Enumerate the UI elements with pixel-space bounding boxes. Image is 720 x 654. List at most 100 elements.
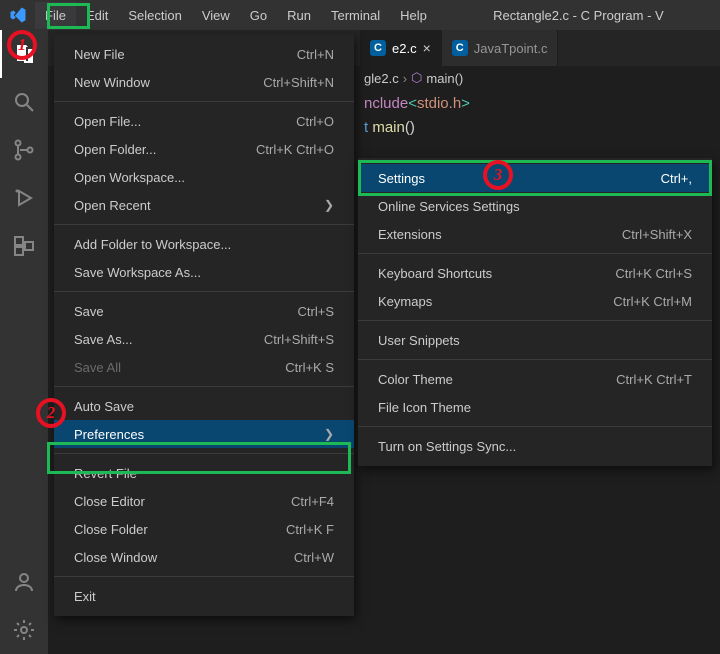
prefs-menu-color-theme[interactable]: Color ThemeCtrl+K Ctrl+T [358, 365, 712, 393]
menu-item-shortcut: Ctrl+W [294, 550, 334, 565]
breadcrumb[interactable]: gle2.c › ⬡ main() [360, 66, 720, 90]
menu-item-shortcut: Ctrl+, [661, 171, 692, 186]
menu-item-label: Settings [378, 171, 425, 186]
tab-JavaTpoint-c[interactable]: C JavaTpoint.c [442, 30, 559, 66]
menu-item-label: Save Workspace As... [74, 265, 201, 280]
menu-item-label: Preferences [74, 427, 144, 442]
menu-item-label: Save [74, 304, 104, 319]
menu-item-shortcut: Ctrl+S [298, 304, 334, 319]
menu-item-shortcut: Ctrl+K Ctrl+S [615, 266, 692, 281]
annotation-ring-2: 2 [36, 398, 66, 428]
file-menu-open-folder[interactable]: Open Folder...Ctrl+K Ctrl+O [54, 135, 354, 163]
file-menu-open-workspace[interactable]: Open Workspace... [54, 163, 354, 191]
menu-item-label: Keymaps [378, 294, 432, 309]
code-token: > [461, 95, 470, 112]
menu-separator [358, 426, 712, 427]
close-tab-icon[interactable]: × [423, 40, 431, 56]
file-menu-new-window[interactable]: New WindowCtrl+Shift+N [54, 68, 354, 96]
file-menu-auto-save[interactable]: Auto Save [54, 392, 354, 420]
menu-item-label: Color Theme [378, 372, 453, 387]
menu-item-label: File Icon Theme [378, 400, 471, 415]
file-menu-close-folder[interactable]: Close FolderCtrl+K F [54, 515, 354, 543]
editor[interactable]: nclude<stdio.h> t main() [360, 92, 720, 140]
prefs-menu-file-icon-theme[interactable]: File Icon Theme [358, 393, 712, 421]
breadcrumb-symbol: main() [426, 71, 463, 86]
menu-item-label: New File [74, 47, 125, 62]
file-menu-preferences[interactable]: Preferences ❯ [54, 420, 354, 448]
menu-item-label: Keyboard Shortcuts [378, 266, 492, 281]
file-menu-exit[interactable]: Exit [54, 582, 354, 610]
menu-item-label: Close Folder [74, 522, 148, 537]
menu-item-label: Online Services Settings [378, 199, 520, 214]
activitybar [0, 30, 48, 654]
menu-item-shortcut: Ctrl+K Ctrl+M [613, 294, 692, 309]
menu-separator [358, 359, 712, 360]
menu-item-label: Auto Save [74, 399, 134, 414]
file-menu-revert-file[interactable]: Revert File [54, 459, 354, 487]
menu-item-label: Turn on Settings Sync... [378, 439, 516, 454]
window-title: Rectangle2.c - C Program - V [437, 8, 720, 23]
language-badge: C [452, 40, 468, 56]
file-menu-open-file[interactable]: Open File...Ctrl+O [54, 107, 354, 135]
file-menu-save[interactable]: Save Ctrl+S [54, 297, 354, 325]
menu-help[interactable]: Help [390, 2, 437, 29]
code-token: main [372, 119, 405, 136]
menu-item-shortcut: Ctrl+Shift+X [622, 227, 692, 242]
menu-edit[interactable]: Edit [76, 2, 118, 29]
menu-item-shortcut: Ctrl+O [296, 114, 334, 129]
file-menu-open-recent[interactable]: Open Recent❯ [54, 191, 354, 219]
breadcrumb-file: gle2.c [364, 71, 399, 86]
menu-item-label: User Snippets [378, 333, 460, 348]
language-badge: C [370, 40, 386, 56]
menu-separator [54, 386, 354, 387]
menu-separator [54, 453, 354, 454]
chevron-right-icon: ❯ [324, 427, 334, 441]
menu-item-label: Close Window [74, 550, 157, 565]
menu-separator [358, 253, 712, 254]
menu-run[interactable]: Run [277, 2, 321, 29]
titlebar: FileEditSelectionViewGoRunTerminalHelp R… [0, 0, 720, 30]
file-menu-new-file[interactable]: New File Ctrl+N [54, 40, 354, 68]
file-menu-save-all: Save AllCtrl+K S [54, 353, 354, 381]
prefs-menu-user-snippets[interactable]: User Snippets [358, 326, 712, 354]
prefs-menu-turn-on-settings-sync[interactable]: Turn on Settings Sync... [358, 432, 712, 460]
prefs-menu-keyboard-shortcuts[interactable]: Keyboard Shortcuts Ctrl+K Ctrl+S [358, 259, 712, 287]
prefs-menu-keymaps[interactable]: Keymaps Ctrl+K Ctrl+M [358, 287, 712, 315]
tab-e2-c[interactable]: Ce2.c× [360, 30, 442, 66]
menu-item-label: Open Workspace... [74, 170, 185, 185]
prefs-menu-settings[interactable]: Settings Ctrl+, [358, 164, 712, 192]
file-menu-save-as[interactable]: Save As...Ctrl+Shift+S [54, 325, 354, 353]
menu-item-label: Revert File [74, 466, 137, 481]
chevron-right-icon: › [403, 71, 407, 86]
extensions-icon[interactable] [0, 222, 48, 270]
prefs-menu-online-services-settings[interactable]: Online Services Settings [358, 192, 712, 220]
account-icon[interactable] [0, 558, 48, 606]
preferences-submenu: Settings Ctrl+, Online Services Settings Ex… [358, 158, 712, 466]
file-menu-add-folder-to-workspace[interactable]: Add Folder to Workspace... [54, 230, 354, 258]
file-menu-close-window[interactable]: Close Window Ctrl+W [54, 543, 354, 571]
file-menu-save-workspace-as[interactable]: Save Workspace As... [54, 258, 354, 286]
vscode-logo [0, 6, 35, 24]
tab-label: JavaTpoint.c [474, 41, 548, 56]
debug-icon[interactable] [0, 174, 48, 222]
prefs-menu-extensions[interactable]: Extensions Ctrl+Shift+X [358, 220, 712, 248]
menu-item-label: Extensions [378, 227, 442, 242]
menubar: FileEditSelectionViewGoRunTerminalHelp [35, 2, 437, 29]
menu-separator [54, 576, 354, 577]
code-token: t [364, 119, 368, 136]
menu-selection[interactable]: Selection [118, 2, 191, 29]
search-icon[interactable] [0, 78, 48, 126]
file-menu-close-editor[interactable]: Close EditorCtrl+F4 [54, 487, 354, 515]
code-token: stdio.h [417, 95, 461, 112]
menu-terminal[interactable]: Terminal [321, 2, 390, 29]
menu-item-shortcut: Ctrl+N [297, 47, 334, 62]
menu-file[interactable]: File [35, 2, 76, 29]
settings-gear-icon[interactable] [0, 606, 48, 654]
menu-item-shortcut: Ctrl+K Ctrl+O [256, 142, 334, 157]
menu-item-label: Exit [74, 589, 96, 604]
menu-separator [358, 320, 712, 321]
menu-go[interactable]: Go [240, 2, 277, 29]
source-control-icon[interactable] [0, 126, 48, 174]
code-token: nclude [364, 95, 408, 112]
menu-view[interactable]: View [192, 2, 240, 29]
